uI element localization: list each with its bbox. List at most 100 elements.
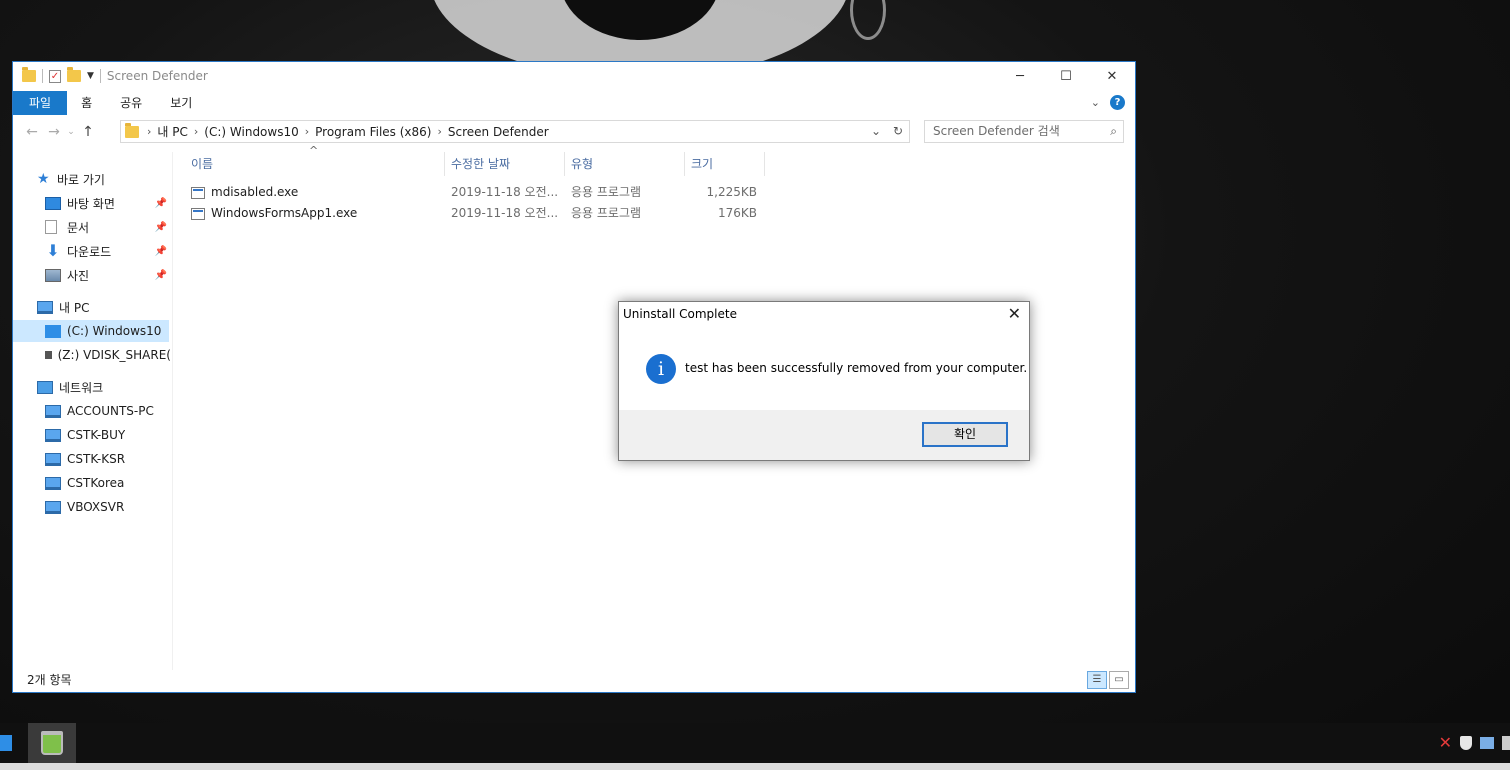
- nav-item-cstkorea[interactable]: CSTKorea: [45, 472, 124, 494]
- minimize-button[interactable]: ─: [997, 62, 1043, 90]
- table-row[interactable]: mdisabled.exe 2019-11-18 오전... 응용 프로그램 1…: [185, 182, 765, 203]
- properties-icon[interactable]: ✓: [49, 69, 61, 83]
- large-icons-view-icon[interactable]: ▭: [1109, 671, 1129, 689]
- tab-home[interactable]: 홈: [67, 91, 106, 115]
- error-x-icon[interactable]: ✕: [1439, 733, 1452, 752]
- back-icon[interactable]: ←: [21, 124, 43, 140]
- folder-icon: [22, 67, 36, 82]
- address-bar[interactable]: › 내 PC › (C:) Windows10 › Program Files …: [120, 120, 910, 143]
- computer-icon: [45, 500, 61, 514]
- file-size: 176KB: [717, 206, 757, 220]
- new-folder-icon[interactable]: [67, 67, 81, 82]
- help-icon[interactable]: ?: [1110, 95, 1125, 110]
- download-icon: ⬇: [46, 241, 60, 260]
- quick-access-toolbar: ✓ ▼: [13, 67, 101, 83]
- nav-item-documents[interactable]: 문서 📌: [45, 216, 169, 238]
- nav-item-cstk-ksr[interactable]: CSTK-KSR: [45, 448, 125, 470]
- chevron-right-icon[interactable]: ›: [305, 125, 309, 138]
- customize-toolbar-icon[interactable]: ▼: [87, 71, 94, 81]
- virtualbox-icon[interactable]: [1480, 736, 1494, 749]
- dialog-footer: 확인: [619, 410, 1029, 460]
- table-row[interactable]: WindowsFormsApp1.exe 2019-11-18 오전... 응용…: [185, 203, 765, 224]
- close-button[interactable]: ✕: [1089, 62, 1135, 90]
- window-title: Screen Defender: [106, 69, 208, 83]
- pin-icon[interactable]: 📌: [155, 222, 167, 233]
- nav-label: CSTK-BUY: [67, 428, 126, 442]
- status-bar: 2개 항목 ☰ ▭: [13, 668, 1135, 692]
- navigation-pane: ★ 바로 가기 바탕 화면 📌 문서 📌 ⬇ 다운로드 📌 사진 📌 내 PC: [13, 152, 173, 670]
- column-header-date[interactable]: 수정한 날짜: [445, 152, 565, 176]
- desktop-icon: [45, 196, 61, 210]
- nav-quick-access[interactable]: ★ 바로 가기: [37, 168, 105, 190]
- divider: [99, 69, 101, 83]
- nav-this-pc[interactable]: 내 PC: [37, 296, 89, 318]
- computer-icon: [37, 300, 53, 314]
- nav-label: 문서: [67, 220, 90, 235]
- maximize-button[interactable]: ☐: [1043, 62, 1089, 90]
- pin-icon[interactable]: 📌: [155, 246, 167, 257]
- ok-button[interactable]: 확인: [922, 422, 1008, 447]
- chevron-right-icon[interactable]: ›: [194, 125, 198, 138]
- shield-icon[interactable]: [1460, 735, 1472, 750]
- breadcrumb-program-files[interactable]: Program Files (x86): [315, 125, 431, 139]
- uninstall-dialog: Uninstall Complete ✕ i test has been suc…: [618, 301, 1030, 461]
- tab-view[interactable]: 보기: [156, 91, 206, 115]
- breadcrumb-screen-defender[interactable]: Screen Defender: [448, 125, 549, 139]
- title-bar: ✓ ▼ Screen Defender ─ ☐ ✕: [13, 62, 1135, 90]
- details-view-icon[interactable]: ☰: [1087, 671, 1107, 689]
- nav-item-desktop[interactable]: 바탕 화면 📌: [45, 192, 169, 214]
- exe-file-icon: [191, 187, 205, 199]
- nav-item-accounts-pc[interactable]: ACCOUNTS-PC: [45, 400, 154, 422]
- nav-item-c-drive[interactable]: (C:) Windows10: [13, 320, 169, 342]
- dialog-close-button[interactable]: ✕: [1008, 304, 1021, 323]
- chevron-right-icon[interactable]: ›: [437, 125, 441, 138]
- nav-label: 네트워크: [59, 380, 104, 395]
- network-drive-icon: [45, 351, 52, 359]
- wallpaper-ring: [850, 0, 886, 40]
- breadcrumb-c-drive[interactable]: (C:) Windows10: [204, 125, 298, 139]
- nav-label: 바탕 화면: [67, 196, 115, 211]
- nav-label: 내 PC: [59, 300, 90, 315]
- divider: [42, 69, 43, 83]
- dialog-title: Uninstall Complete: [623, 307, 737, 321]
- expand-ribbon-icon[interactable]: ⌄: [1091, 96, 1100, 109]
- tab-file[interactable]: 파일: [13, 91, 68, 115]
- address-row: ← → ⌄ ↑ › 내 PC › (C:) Windows10 › Progra…: [13, 118, 1135, 146]
- nav-label: CSTK-KSR: [67, 452, 126, 466]
- system-tray: ✕: [1439, 733, 1510, 752]
- file-size: 1,225KB: [706, 185, 757, 199]
- network-tray-icon[interactable]: [1502, 735, 1510, 750]
- up-icon[interactable]: ↑: [77, 124, 99, 140]
- forward-icon[interactable]: →: [43, 124, 65, 140]
- chevron-right-icon[interactable]: ›: [147, 125, 151, 138]
- address-dropdown-icon[interactable]: ⌄: [865, 121, 887, 142]
- column-header-type[interactable]: 유형: [565, 152, 685, 176]
- search-icon[interactable]: ⌕: [1110, 121, 1117, 142]
- nav-item-z-drive[interactable]: (Z:) VDISK_SHARE(: [45, 344, 171, 366]
- nav-item-vboxsvr[interactable]: VBOXSVR: [45, 496, 124, 518]
- breadcrumb-this-pc[interactable]: 내 PC: [157, 123, 187, 140]
- pin-icon[interactable]: 📌: [155, 198, 167, 209]
- start-button[interactable]: [0, 735, 12, 751]
- file-date: 2019-11-18 오전...: [451, 185, 559, 199]
- nav-item-cstk-buy[interactable]: CSTK-BUY: [45, 424, 125, 446]
- column-header-name[interactable]: 이름: [185, 152, 445, 176]
- nav-label: (C:) Windows10: [67, 324, 162, 338]
- refresh-icon[interactable]: ↻: [887, 121, 909, 142]
- nav-label: CSTKorea: [67, 476, 125, 490]
- taskbar-app-recycle[interactable]: [28, 723, 76, 763]
- recent-locations-icon[interactable]: ⌄: [65, 127, 77, 137]
- star-icon: ★: [37, 171, 50, 187]
- dialog-message: test has been successfully removed from …: [685, 361, 1028, 375]
- tab-share[interactable]: 공유: [106, 91, 156, 115]
- folder-icon: [125, 122, 139, 138]
- file-name: mdisabled.exe: [211, 185, 299, 199]
- pin-icon[interactable]: 📌: [155, 270, 167, 281]
- file-type: 응용 프로그램: [571, 206, 642, 220]
- pictures-icon: [45, 268, 61, 282]
- nav-network[interactable]: 네트워크: [37, 376, 103, 398]
- nav-item-downloads[interactable]: ⬇ 다운로드 📌: [45, 240, 169, 262]
- search-input[interactable]: Screen Defender 검색 ⌕: [924, 120, 1124, 143]
- nav-item-pictures[interactable]: 사진 📌: [45, 264, 169, 286]
- column-header-size[interactable]: 크기: [685, 152, 765, 176]
